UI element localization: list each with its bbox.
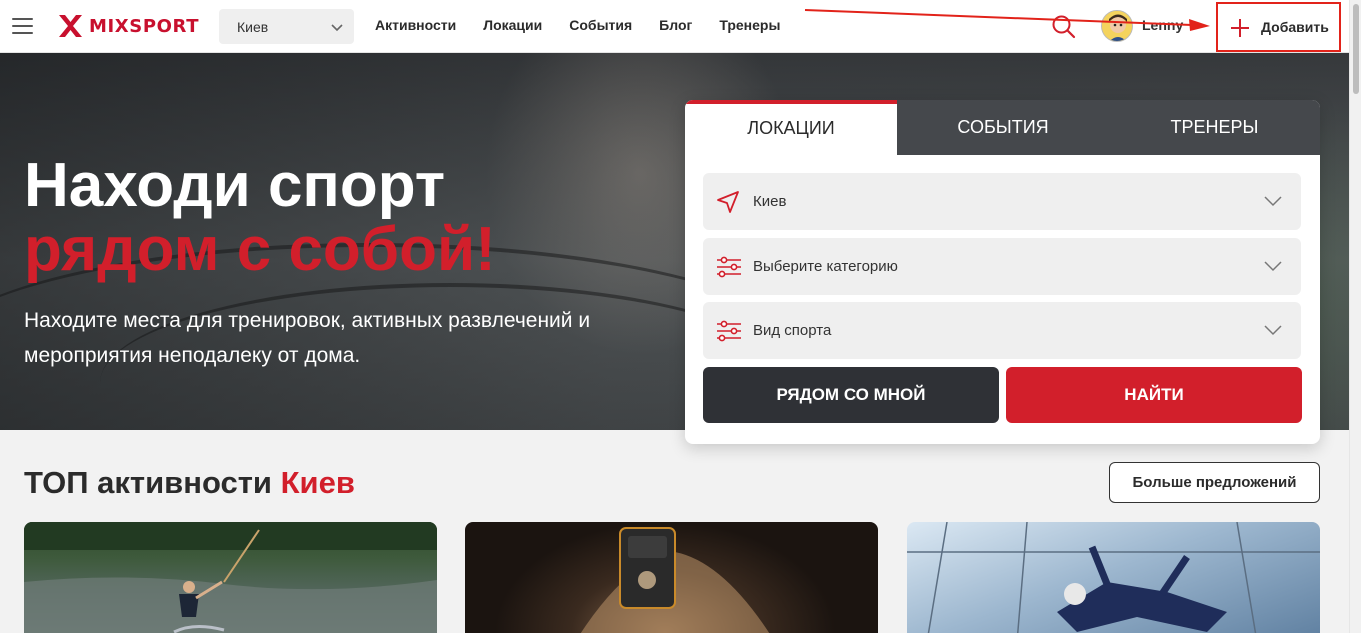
- filter-sliders-icon: [717, 320, 741, 342]
- logo[interactable]: MIXSPORT: [57, 13, 199, 39]
- tab-locations[interactable]: ЛОКАЦИИ: [685, 100, 897, 155]
- hero-title-line2: рядом с собой!: [24, 215, 496, 284]
- username[interactable]: Lenny: [1142, 17, 1183, 33]
- main-nav: Активности Локации События Блог Тренеры: [375, 17, 807, 33]
- avatar[interactable]: [1101, 10, 1133, 42]
- category-field-placeholder: Выберите категорию: [753, 258, 898, 275]
- plus-icon: [1231, 19, 1249, 37]
- wakeboard-photo-icon: [24, 522, 437, 633]
- activity-card-wakeboard[interactable]: [24, 522, 437, 633]
- hero-subtitle: Находите места для тренировок, активных …: [24, 309, 591, 367]
- location-field-value: Киев: [753, 193, 787, 210]
- location-field[interactable]: Киев: [703, 173, 1301, 230]
- search-card: ЛОКАЦИИ СОБЫТИЯ ТРЕНЕРЫ Киев Выберите ка…: [685, 100, 1320, 444]
- tab-trainers[interactable]: ТРЕНЕРЫ: [1109, 100, 1320, 155]
- logo-mark-icon: [59, 15, 82, 37]
- watercraft-photo-icon: [580, 527, 770, 633]
- search-tabs: ЛОКАЦИИ СОБЫТИЯ ТРЕНЕРЫ: [685, 100, 1320, 155]
- chevron-down-icon: [1264, 196, 1282, 207]
- near-me-button[interactable]: РЯДОМ СО МНОЙ: [703, 367, 999, 423]
- nav-item-trainers[interactable]: Тренеры: [719, 17, 780, 33]
- windtunnel-photo-icon: [907, 522, 1320, 633]
- add-button-label: Добавить: [1261, 19, 1329, 35]
- add-button[interactable]: Добавить: [1216, 2, 1341, 52]
- top-header: MIXSPORT Киев Активности Локации События…: [0, 0, 1349, 53]
- logo-text: MIXSPORT: [89, 15, 200, 37]
- section-title-city: Киев: [280, 465, 355, 500]
- nav-item-activities[interactable]: Активности: [375, 17, 456, 33]
- scrollbar-thumb[interactable]: [1353, 4, 1359, 94]
- chevron-down-icon: [1264, 261, 1282, 272]
- chevron-down-icon: [331, 24, 343, 32]
- activity-card-waterjet[interactable]: [465, 522, 878, 633]
- filter-sliders-icon: [717, 256, 741, 278]
- location-arrow-icon: [717, 191, 739, 213]
- hamburger-menu-icon[interactable]: [12, 18, 33, 34]
- sport-type-field[interactable]: Вид спорта: [703, 302, 1301, 359]
- sport-type-field-placeholder: Вид спорта: [753, 322, 832, 339]
- chevron-down-icon: [1264, 325, 1282, 336]
- city-select-value: Киев: [237, 19, 269, 35]
- section-title-text: ТОП активности: [24, 465, 272, 500]
- search-icon[interactable]: [1051, 14, 1076, 39]
- page-scrollbar[interactable]: [1349, 0, 1361, 633]
- category-field[interactable]: Выберите категорию: [703, 238, 1301, 295]
- avatar-image-icon: [1102, 11, 1132, 41]
- hero-title-line1: Находи спорт: [24, 151, 446, 220]
- nav-item-events[interactable]: События: [569, 17, 632, 33]
- section-title: ТОП активности Киев: [24, 465, 355, 501]
- city-select[interactable]: Киев: [219, 9, 354, 44]
- tab-events[interactable]: СОБЫТИЯ: [897, 100, 1109, 155]
- nav-item-locations[interactable]: Локации: [483, 17, 542, 33]
- more-offers-button[interactable]: Больше предложений: [1109, 462, 1320, 503]
- activity-card-windtunnel[interactable]: [907, 522, 1320, 633]
- nav-item-blog[interactable]: Блог: [659, 17, 692, 33]
- find-button[interactable]: НАЙТИ: [1006, 367, 1302, 423]
